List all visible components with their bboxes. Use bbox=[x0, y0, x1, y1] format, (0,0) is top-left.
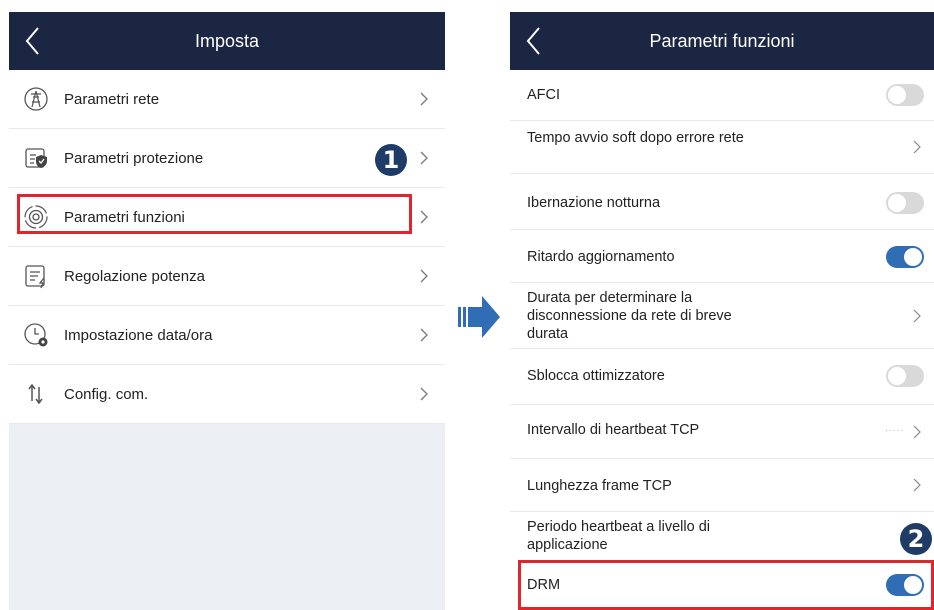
menu-item-config-com[interactable]: Config. com. bbox=[9, 365, 445, 424]
power-document-icon bbox=[23, 263, 49, 289]
toggle-knob bbox=[904, 576, 922, 594]
chevron-right-icon bbox=[419, 209, 429, 225]
setting-row-durata-disconnessione[interactable]: Durata per determinare la disconnessione… bbox=[510, 283, 934, 349]
settings-screen: Imposta Parametri rete Parametri protezi… bbox=[9, 12, 445, 610]
transfer-arrows-icon bbox=[23, 381, 49, 407]
menu-item-regolazione-potenza[interactable]: Regolazione potenza bbox=[9, 247, 445, 306]
menu-item-label: Parametri rete bbox=[64, 90, 160, 108]
menu-item-impostazione-data-ora[interactable]: Impostazione data/ora bbox=[9, 306, 445, 365]
back-button[interactable] bbox=[522, 24, 546, 58]
drm-toggle[interactable] bbox=[886, 574, 924, 596]
protection-shield-icon bbox=[23, 145, 49, 171]
sblocca-ottimizzatore-toggle[interactable] bbox=[886, 365, 924, 387]
transition-arrow-icon bbox=[458, 294, 500, 340]
chevron-right-icon bbox=[912, 139, 922, 155]
setting-row-drm[interactable]: DRM bbox=[510, 560, 934, 610]
chevron-right-icon bbox=[419, 150, 429, 166]
back-chevron-icon bbox=[526, 27, 540, 55]
setting-label: DRM bbox=[527, 577, 561, 593]
setting-label: Tempo avvio soft dopo errore rete bbox=[527, 130, 744, 146]
function-parameters-header: Parametri funzioni bbox=[510, 12, 934, 70]
setting-row-ibernazione-notturna[interactable]: Ibernazione notturna bbox=[510, 174, 934, 230]
page-title: Parametri funzioni bbox=[649, 30, 795, 51]
chevron-right-icon bbox=[912, 424, 922, 440]
chevron-right-icon bbox=[419, 386, 429, 402]
clock-gear-icon bbox=[23, 322, 49, 348]
setting-label: Intervallo di heartbeat TCP bbox=[527, 422, 700, 438]
page-title: Imposta bbox=[194, 30, 260, 51]
toggle-knob bbox=[888, 194, 906, 212]
chevron-right-icon bbox=[419, 268, 429, 284]
step-badge-2: 2 bbox=[900, 523, 932, 555]
menu-item-parametri-funzioni[interactable]: Parametri funzioni bbox=[9, 188, 445, 247]
setting-label: AFCI bbox=[527, 87, 561, 103]
setting-row-lunghezza-frame-tcp[interactable]: Lunghezza frame TCP bbox=[510, 459, 934, 512]
chevron-right-icon bbox=[419, 91, 429, 107]
setting-label: Lunghezza frame TCP bbox=[527, 478, 672, 494]
setting-row-intervallo-heartbeat-tcp[interactable]: Intervallo di heartbeat TCP ..... bbox=[510, 405, 934, 459]
ibernazione-notturna-toggle[interactable] bbox=[886, 192, 924, 214]
setting-label: Periodo heartbeat a livello di applicazi… bbox=[527, 519, 710, 553]
back-chevron-icon bbox=[25, 27, 39, 55]
setting-row-periodo-heartbeat[interactable]: Periodo heartbeat a livello di applicazi… bbox=[510, 512, 934, 560]
setting-row-ritardo-aggiornamento[interactable]: Ritardo aggiornamento bbox=[510, 230, 934, 283]
toggle-knob bbox=[904, 248, 922, 266]
function-dial-icon bbox=[23, 204, 49, 230]
setting-label: Ritardo aggiornamento bbox=[527, 249, 675, 265]
menu-item-label: Impostazione data/ora bbox=[64, 326, 213, 344]
toggle-knob bbox=[888, 367, 906, 385]
setting-label: Durata per determinare la disconnessione… bbox=[527, 290, 732, 342]
setting-value-hint: ..... bbox=[885, 423, 904, 434]
back-button[interactable] bbox=[21, 24, 45, 58]
function-parameters-screen: Parametri funzioni AFCI Tempo avvio soft… bbox=[510, 12, 934, 610]
chevron-right-icon bbox=[419, 327, 429, 343]
toggle-knob bbox=[888, 86, 906, 104]
menu-item-label: Regolazione potenza bbox=[64, 267, 205, 285]
grid-tower-icon bbox=[23, 86, 49, 112]
settings-menu: Parametri rete Parametri protezione Para… bbox=[9, 70, 445, 424]
setting-label: Ibernazione notturna bbox=[527, 195, 661, 211]
menu-item-label: Parametri funzioni bbox=[64, 208, 185, 226]
settings-header: Imposta bbox=[9, 12, 445, 70]
step-badge-1: 1 bbox=[375, 144, 407, 176]
chevron-right-icon bbox=[912, 308, 922, 324]
menu-item-parametri-rete[interactable]: Parametri rete bbox=[9, 70, 445, 129]
menu-item-label: Parametri protezione bbox=[64, 149, 204, 167]
setting-label: Sblocca ottimizzatore bbox=[527, 368, 665, 384]
menu-item-label: Config. com. bbox=[64, 385, 149, 403]
ritardo-aggiornamento-toggle[interactable] bbox=[886, 246, 924, 268]
setting-row-afci[interactable]: AFCI bbox=[510, 70, 934, 121]
chevron-right-icon bbox=[912, 477, 922, 493]
setting-row-sblocca-ottimizzatore[interactable]: Sblocca ottimizzatore bbox=[510, 349, 934, 405]
afci-toggle[interactable] bbox=[886, 84, 924, 106]
setting-row-tempo-avvio-soft[interactable]: Tempo avvio soft dopo errore rete bbox=[510, 121, 934, 174]
